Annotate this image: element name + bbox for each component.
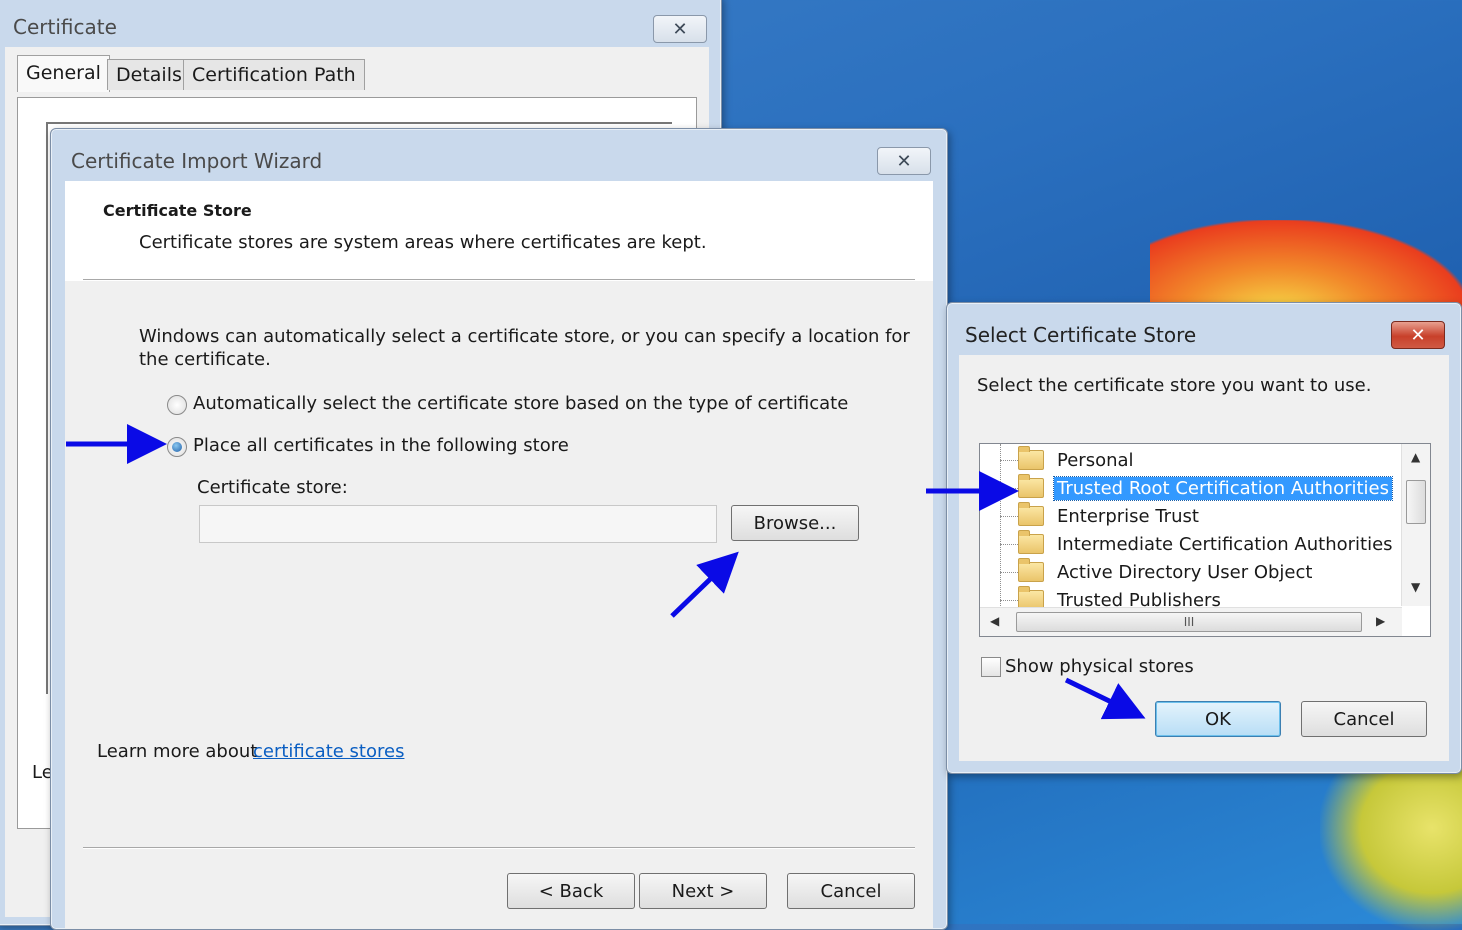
certificate-store-label: Certificate store: (197, 477, 348, 498)
folder-icon (1018, 530, 1044, 554)
folder-icon (1018, 502, 1044, 526)
certificate-stores-link[interactable]: certificate stores (253, 741, 404, 762)
store-tree[interactable]: Personal Trusted Root Certification Auth… (979, 443, 1431, 637)
scroll-up-icon[interactable]: ▲ (1411, 450, 1420, 464)
footer-divider (83, 847, 915, 849)
tree-item-active-directory[interactable]: Active Directory User Object (1018, 558, 1315, 585)
dialog-prompt: Select the certificate store you want to… (977, 375, 1372, 396)
tree-item-label: Enterprise Trust (1057, 505, 1199, 527)
certificate-store-input[interactable] (199, 505, 717, 543)
ok-button[interactable]: OK (1155, 701, 1281, 737)
tab-details[interactable]: Details (107, 59, 191, 90)
next-button[interactable]: Next > (639, 873, 767, 909)
auto-select-radio[interactable] (167, 395, 187, 415)
tree-item-label: Trusted Root Certification Authorities (1053, 475, 1393, 501)
back-button[interactable]: < Back (507, 873, 635, 909)
divider (83, 279, 915, 281)
tree-line (1000, 488, 1018, 489)
wallpaper-flag-bottom (1320, 760, 1462, 930)
show-physical-stores-checkbox[interactable] (981, 657, 1001, 677)
close-icon[interactable]: ✕ (1391, 321, 1445, 349)
vertical-scrollbar[interactable]: ▲ ▼ (1401, 444, 1430, 606)
page-title: Certificate Store (103, 201, 252, 220)
tree-item-label: Personal (1057, 449, 1134, 471)
scroll-thumb[interactable] (1406, 480, 1426, 524)
tree-line (1000, 572, 1018, 573)
tab-general[interactable]: General (17, 55, 110, 92)
tree-line (1000, 444, 1001, 606)
page-description: Certificate stores are system areas wher… (139, 232, 707, 253)
browse-button[interactable]: Browse... (731, 505, 859, 541)
tree-line (1000, 516, 1018, 517)
tree-item-label: Intermediate Certification Authorities (1057, 533, 1393, 555)
folder-icon (1018, 446, 1044, 470)
certificate-import-wizard: Certificate Import Wizard ✕ Certificate … (50, 128, 948, 930)
wizard-header (65, 181, 933, 281)
scroll-down-icon[interactable]: ▼ (1411, 580, 1420, 594)
close-icon[interactable]: ✕ (653, 15, 707, 43)
intro-text-line1: Windows can automatically select a certi… (139, 326, 910, 347)
auto-select-label[interactable]: Automatically select the certificate sto… (193, 393, 848, 414)
horizontal-scrollbar[interactable]: ◀ III ▶ (980, 607, 1402, 636)
folder-icon (1018, 474, 1044, 498)
close-icon[interactable]: ✕ (877, 147, 931, 175)
select-certificate-store-dialog: Select Certificate Store ✕ Select the ce… (946, 302, 1462, 774)
tree-line (1000, 460, 1018, 461)
cancel-button[interactable]: Cancel (1301, 701, 1427, 737)
tab-certification-path[interactable]: Certification Path (183, 59, 365, 90)
learn-more-text: Learn more about (97, 741, 258, 762)
cancel-button[interactable]: Cancel (787, 873, 915, 909)
place-in-store-radio[interactable] (167, 437, 187, 457)
tree-item-enterprise-trust[interactable]: Enterprise Trust (1018, 502, 1202, 529)
show-physical-stores-label[interactable]: Show physical stores (1005, 656, 1194, 677)
scroll-thumb[interactable]: III (1016, 612, 1362, 632)
folder-icon (1018, 558, 1044, 582)
scroll-left-icon[interactable]: ◀ (990, 614, 999, 628)
tree-item-label: Active Directory User Object (1057, 561, 1313, 583)
tree-line (1000, 600, 1018, 601)
scroll-right-icon[interactable]: ▶ (1376, 614, 1385, 628)
place-in-store-label[interactable]: Place all certificates in the following … (193, 435, 569, 456)
wizard-client-area (65, 181, 933, 929)
wizard-title: Certificate Import Wizard (71, 149, 323, 173)
tree-line (1000, 544, 1018, 545)
tree-item-trusted-root[interactable]: Trusted Root Certification Authorities (1018, 474, 1393, 501)
dialog-title: Select Certificate Store (965, 323, 1197, 347)
tree-item-intermediate[interactable]: Intermediate Certification Authorities (1018, 530, 1396, 557)
tree-item-personal[interactable]: Personal (1018, 446, 1137, 473)
window-title: Certificate (13, 15, 117, 39)
intro-text-line2: the certificate. (139, 349, 271, 370)
